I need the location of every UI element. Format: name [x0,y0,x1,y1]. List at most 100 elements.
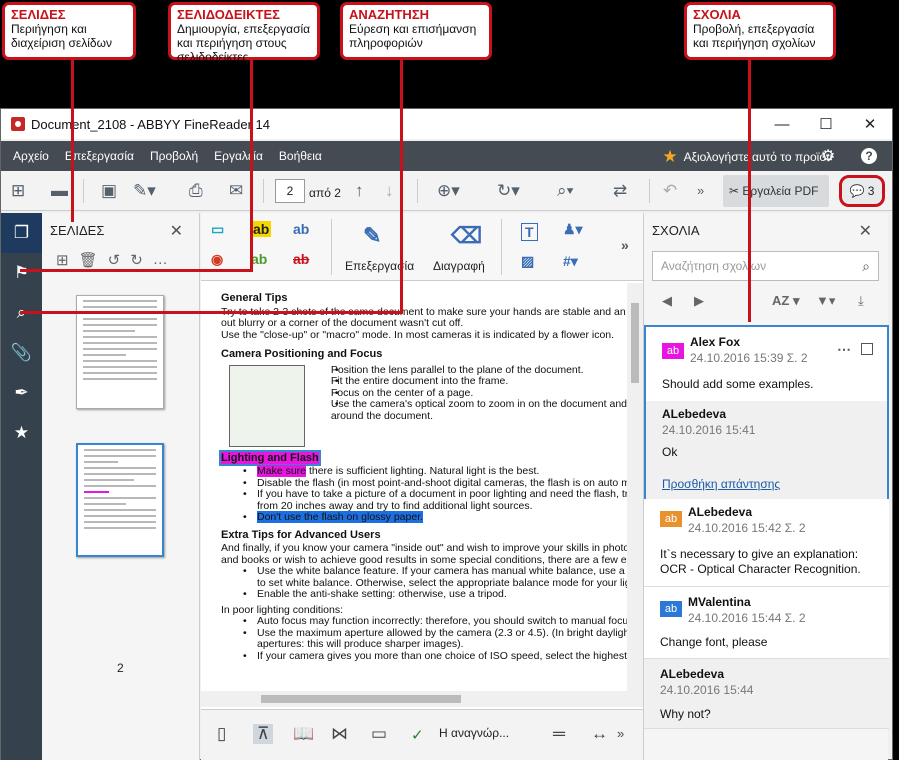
stamp-circle-icon[interactable]: ◉ [211,251,223,268]
next-page-arrow-icon[interactable]: ↓ [385,181,394,201]
pages-panel-icon[interactable]: ❐ [1,213,42,253]
stamp-icon[interactable]: ♟▾ [563,221,583,238]
comments-panel-close-icon[interactable]: ✕ [859,221,872,241]
doc-highlight[interactable]: Make sure [257,465,307,477]
edit-label[interactable]: Επεξεργασία [345,259,414,273]
callout-desc: και περιήγηση στους [177,36,287,50]
bookmark-icon[interactable]: ⚑ [1,253,42,293]
bottom-more-icon[interactable]: » [617,726,624,741]
next-comment-arrow-icon[interactable]: ▶ [694,293,704,309]
erase-label[interactable]: Διαγραφή [433,259,485,273]
single-page-view-icon[interactable]: ▯ [217,724,226,744]
comment-text: Change font, please [660,635,768,649]
ribbon-more-icon[interactable]: » [621,237,629,253]
new-task-icon[interactable]: ⊞ [11,181,25,201]
page-number-input[interactable]: 2 [275,179,305,203]
comments-toggle-button[interactable]: 💬 3 [839,175,885,207]
comment-author: MValentina [688,595,751,609]
strikethrough-icon[interactable]: ab [293,251,309,267]
close-button[interactable]: ✕ [848,109,892,139]
more-options-icon[interactable]: … [153,251,168,269]
more-chevron-icon[interactable]: » [697,181,704,201]
doc-bullet: Auto focus may function incorrectly: the… [221,615,627,628]
menu-tools[interactable]: Εργαλεία [214,149,263,163]
settings-gear-icon[interactable]: ⚙ [821,146,835,166]
save-as-icon[interactable]: ✎▾ [133,181,156,201]
search-icon: ⌕ [862,258,870,274]
zoom-fit-icon[interactable]: ═ [553,724,565,744]
minimize-button[interactable]: — [760,109,804,139]
doc-heading-highlighted[interactable]: Lighting and Flash [219,449,321,466]
recognition-status[interactable]: Η αναγνώρ... [439,726,509,740]
filter-funnel-icon[interactable]: ▼▾ [816,293,835,309]
compare-icon[interactable]: ⇄ [613,181,627,201]
maximize-button[interactable]: ☐ [804,109,848,139]
signature-pen-icon[interactable]: ✒ [1,373,42,413]
add-page-icon[interactable]: ⊞ [56,251,69,269]
help-icon[interactable]: ? [861,148,877,164]
sort-button[interactable]: AZ ▾ [772,293,799,309]
add-page-icon[interactable]: ⊕▾ [437,181,460,201]
delete-page-icon[interactable]: 🗑 [79,251,98,269]
favorites-star-icon[interactable]: ★ [1,413,42,453]
fit-width-view-icon[interactable]: ⊼ [253,724,274,744]
scroll-view-icon[interactable]: ⋈ [331,724,348,744]
menu-file[interactable]: Αρχείο [13,149,49,163]
underline-icon[interactable]: ab [293,221,309,237]
menu-view[interactable]: Προβολή [150,149,198,163]
reply-author: ALebedeva [660,667,725,681]
doc-bullet: Use the white balance feature. If your c… [221,565,627,578]
add-note-icon[interactable]: ▭ [211,221,224,238]
open-folder-icon[interactable]: ▬ [51,181,68,201]
comments-search-input[interactable]: Αναζήτηση σχολίων ⌕ [652,251,879,281]
comment-menu-icon[interactable]: ⋯ [837,341,851,358]
doc-highlight-blue[interactable]: Don't use the flash on glossy paper. [257,511,424,523]
image-icon[interactable]: ▨ [521,253,534,270]
underline-green-icon[interactable]: ab [251,251,267,267]
comment-reply[interactable]: ALebedeva 24.10.2016 15:44 Why not? [644,659,889,729]
pages-panel-close-icon[interactable]: ✕ [170,221,183,241]
add-reply-link[interactable]: Προσθήκη απάντησης [662,477,780,491]
recognize-page-icon[interactable]: ⌕▾ [557,181,574,201]
toolbar-divider [417,179,418,203]
comment-thread[interactable]: ab MValentina 24.10.2016 15:44 Σ. 2 Chan… [644,587,889,659]
pages-panel-title: ΣΕΛΙΔΕΣ [50,223,105,238]
undo-icon[interactable]: ↶ [663,181,677,201]
previous-comment-arrow-icon[interactable]: ◀ [662,293,672,309]
reply-text: Why not? [660,707,711,721]
page-thumbnail-2[interactable] [76,443,164,557]
comment-thread[interactable]: ab Alex Fox 24.10.2016 15:39 Σ. 2 ⋯ Shou… [644,325,889,499]
email-icon[interactable]: ✉ [229,181,243,201]
rotate-right-icon[interactable]: ↻ [130,251,143,269]
menu-help[interactable]: Βοήθεια [279,149,322,163]
vertical-scrollbar[interactable] [627,283,643,691]
horizontal-scrollbar[interactable] [201,691,643,707]
callout-line [71,60,74,222]
text-box-icon[interactable]: T [521,223,538,241]
comments-panel: ΣΧΟΛΙΑ ✕ Αναζήτηση σχολίων ⌕ ◀ ▶ AZ ▾ ▼▾… [643,213,889,760]
eraser-icon[interactable]: ⌫ [451,223,482,249]
save-icon[interactable]: ▣ [101,181,117,201]
callout-search: ΑΝΑΖΗΤΗΣΗ Εύρεση και επισήμανση πληροφορ… [340,2,492,60]
presentation-view-icon[interactable]: ▭ [371,724,387,744]
number-field-icon[interactable]: #▾ [563,253,578,270]
rate-label: Αξιολογήστε αυτό το προϊόν [683,150,832,164]
pdf-tools-button[interactable]: ✂ Εργαλεία PDF [723,175,829,207]
fit-width-arrows-icon[interactable]: ↔ [591,724,608,744]
resolve-checkbox[interactable] [861,343,873,355]
attachment-icon[interactable]: 📎 [1,333,42,373]
highlight-icon[interactable]: ab [251,221,272,237]
previous-page-arrow-icon[interactable]: ↑ [355,181,364,201]
print-icon[interactable]: ⎙ [189,181,203,201]
callout-bookmarks: ΣΕΛΙΔΟΔΕΙΚΤΕΣ Δημιουργία, επεξεργασία κα… [168,2,320,64]
rotate-icon[interactable]: ↻▾ [497,181,520,201]
comment-thread[interactable]: ab ALebedeva 24.10.2016 15:42 Σ. 2 It`s … [644,499,889,587]
ribbon-divider [331,219,332,275]
two-page-view-icon[interactable]: 📖 [293,724,314,744]
expand-all-icon[interactable]: ⤓ [858,293,864,309]
comment-text: OCR - Optical Character Recognition. [660,562,861,576]
menu-edit[interactable]: Επεξεργασία [65,149,134,163]
toolbar-divider [649,179,650,203]
edit-pencil-icon[interactable]: ✎ [363,223,381,249]
rotate-left-icon[interactable]: ↺ [108,251,121,269]
